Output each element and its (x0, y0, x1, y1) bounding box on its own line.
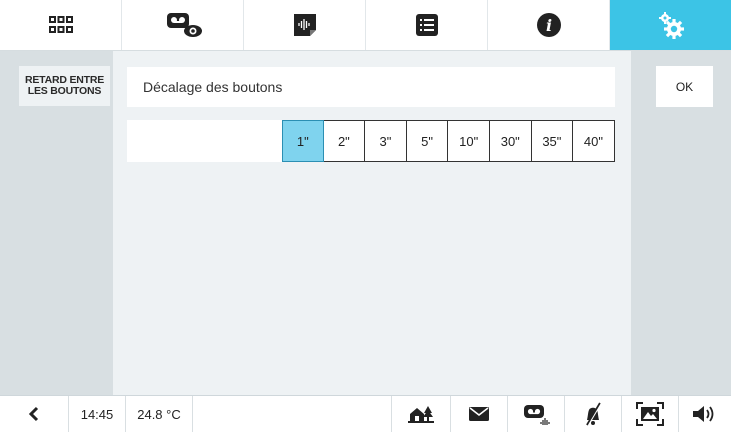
tab-info[interactable]: i (488, 0, 610, 50)
delay-segmented-control: 1" 2" 3" 5" 10" 30" 35" 40" (282, 120, 615, 162)
tab-settings[interactable] (610, 0, 731, 50)
setting-title: Décalage des boutons (127, 67, 615, 107)
video-memo-status-button[interactable] (508, 396, 565, 432)
picture-frame-icon (636, 402, 664, 426)
delay-option-30s[interactable]: 30" (489, 120, 532, 162)
ringer-mute-button[interactable] (565, 396, 622, 432)
messages-button[interactable] (451, 396, 508, 432)
status-spacer (193, 396, 392, 432)
list-icon (415, 14, 438, 36)
tab-voice-memo[interactable] (244, 0, 366, 50)
bell-muted-icon (586, 402, 602, 426)
temperature-readout: 24.8 °C (126, 396, 193, 432)
clock: 14:45 (69, 396, 126, 432)
delay-option-40s[interactable]: 40" (573, 120, 615, 162)
right-actions: OK (631, 51, 731, 395)
apps-grid-icon (48, 16, 73, 33)
mail-icon (469, 407, 489, 421)
speaker-volume-icon (693, 406, 714, 422)
settings-gears-icon (658, 12, 684, 39)
home-scenario-icon (408, 406, 434, 423)
tab-list[interactable] (366, 0, 488, 50)
sidebar-item-button-delay[interactable]: RETARD ENTRE LES BOUTONS (19, 66, 110, 106)
photo-frame-button[interactable] (622, 396, 679, 432)
status-bar: 14:45 24.8 °C (0, 395, 731, 432)
left-menu: RETARD ENTRE LES BOUTONS (0, 51, 113, 395)
delay-option-row: 1" 2" 3" 5" 10" 30" 35" 40" (127, 120, 615, 162)
delay-option-2s[interactable]: 2" (323, 120, 366, 162)
voice-memo-icon (293, 14, 316, 36)
ok-button[interactable]: OK (656, 66, 713, 107)
svg-text:i: i (545, 16, 551, 35)
info-icon: i (536, 13, 561, 37)
back-arrow-icon (28, 406, 39, 422)
home-scenario-button[interactable] (392, 396, 451, 432)
delay-option-10s[interactable]: 10" (448, 120, 490, 162)
top-navigation: i (0, 0, 731, 51)
volume-button[interactable] (679, 396, 731, 432)
back-button[interactable] (0, 396, 69, 432)
tab-apps[interactable] (0, 0, 122, 50)
video-memo-view-icon (166, 13, 202, 37)
delay-option-35s[interactable]: 35" (531, 120, 574, 162)
delay-option-3s[interactable]: 3" (365, 120, 407, 162)
tab-video-memo[interactable] (122, 0, 244, 50)
delay-option-1s[interactable]: 1" (282, 120, 324, 162)
video-memo-audio-icon (524, 405, 550, 425)
delay-option-5s[interactable]: 5" (406, 120, 449, 162)
